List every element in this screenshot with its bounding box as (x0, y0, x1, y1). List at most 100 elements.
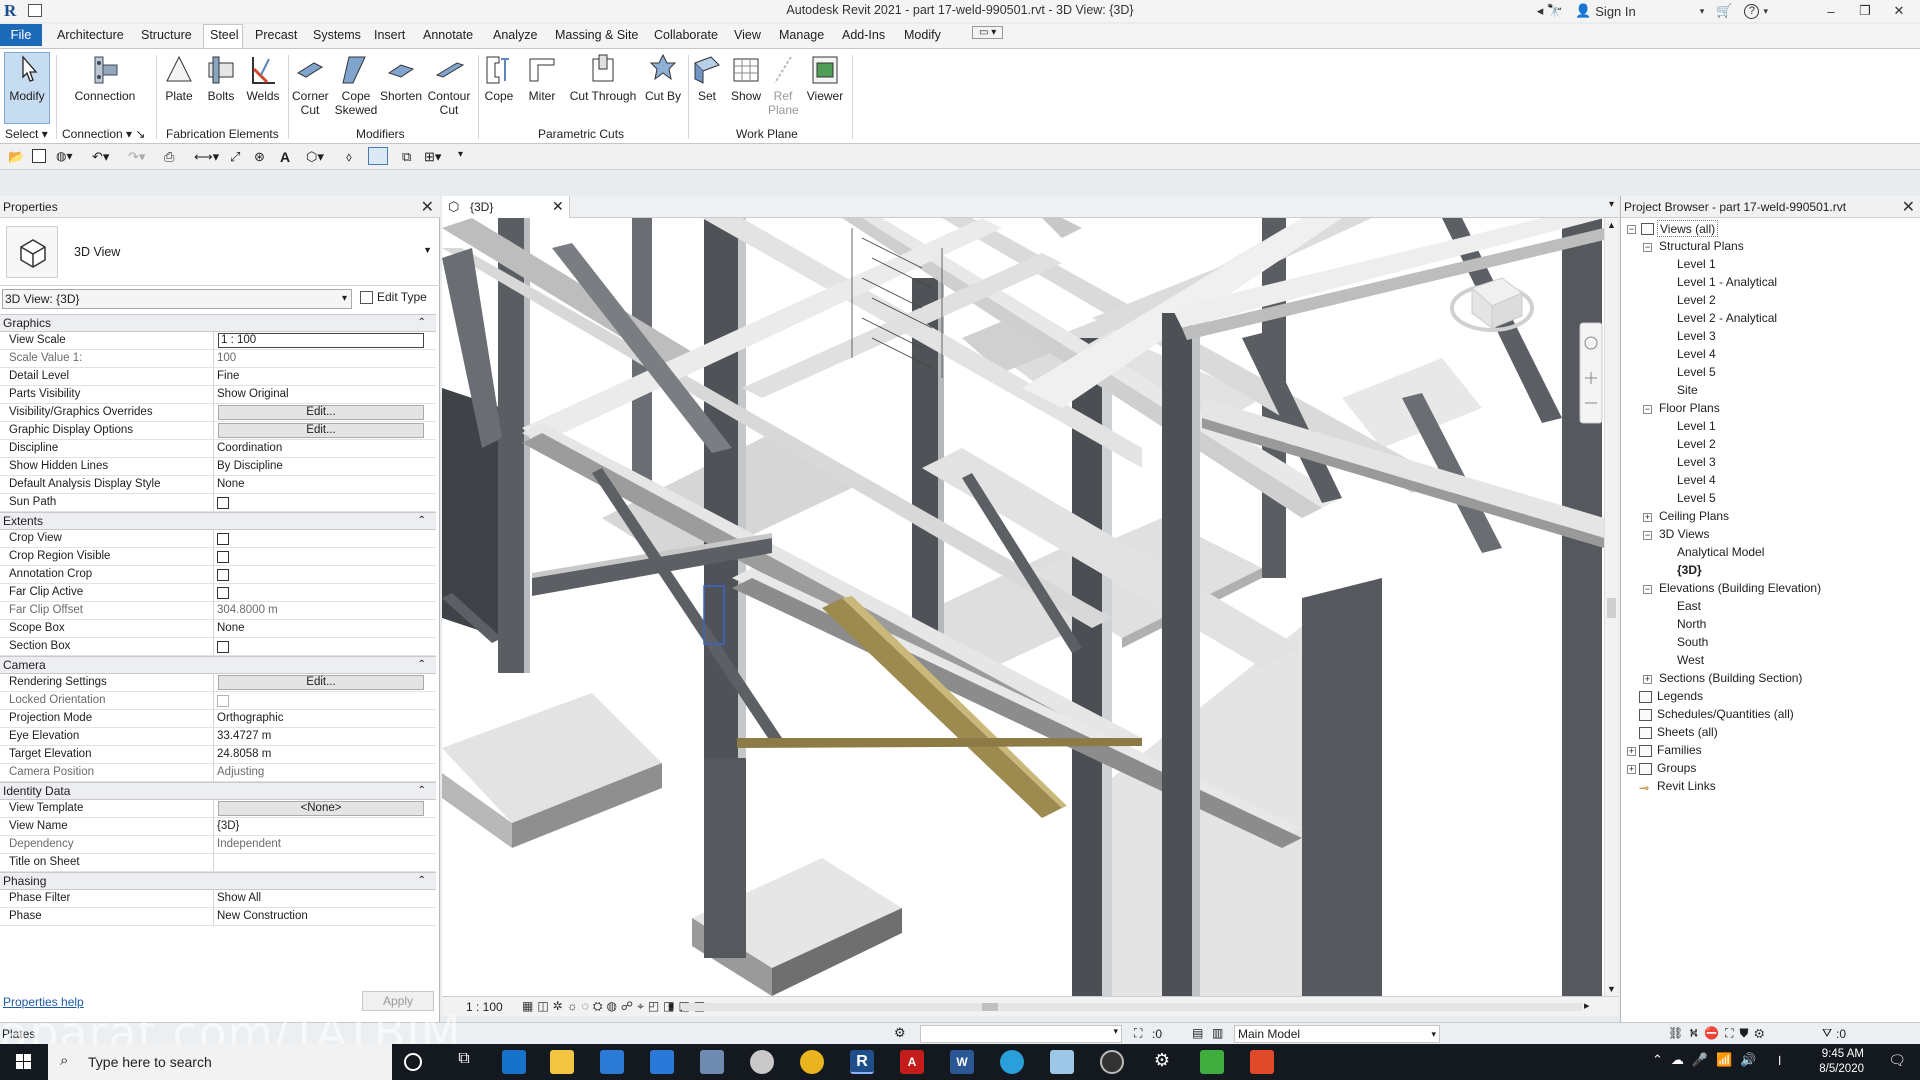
tab-massing-site[interactable]: Massing & Site (551, 28, 642, 42)
save-icon[interactable] (32, 149, 46, 163)
set-button[interactable]: Set (690, 53, 724, 103)
instance-filter-dropdown[interactable]: 3D View: {3D} ▾ (2, 289, 352, 309)
tree-item[interactable]: Site (1677, 382, 1698, 399)
media-player-icon[interactable] (1100, 1050, 1124, 1074)
group-identity[interactable]: Identity Data ⌃ (0, 782, 436, 800)
close-icon[interactable]: ✕ (1902, 197, 1915, 217)
paint-icon[interactable] (750, 1050, 774, 1074)
graphic-display-edit-button[interactable]: Edit... (218, 423, 424, 438)
scroll-up-icon[interactable]: ▲ (1607, 220, 1616, 230)
tree-views-all[interactable]: Views (all) (1657, 220, 1719, 237)
properties-help-link[interactable]: Properties help (3, 995, 84, 1009)
exclude-options-icon[interactable]: ▥ (1212, 1026, 1223, 1040)
taskbar-search[interactable]: ⌕ Type here to search (48, 1044, 392, 1080)
cut-through-button[interactable]: Cut Through (568, 53, 638, 103)
calculator-icon[interactable] (700, 1050, 724, 1074)
scroll-thumb[interactable] (1607, 598, 1616, 618)
tab-view[interactable]: View (730, 28, 765, 42)
scroll-down-icon[interactable]: ▼ (1607, 984, 1616, 994)
group-graphics[interactable]: Graphics ⌃ (0, 314, 436, 332)
tree-item[interactable]: Level 1 (1677, 418, 1716, 435)
crop-region-checkbox[interactable] (217, 551, 229, 563)
prop-phase[interactable]: Phase New Construction (0, 908, 436, 926)
select-panel-label[interactable]: Select ▾ (5, 127, 48, 141)
tree-item[interactable]: Level 4 (1677, 346, 1716, 363)
open-icon[interactable]: 📂 (8, 149, 24, 164)
collapse-icon[interactable]: − (1643, 243, 1652, 252)
tree-item[interactable]: Level 5 (1677, 490, 1716, 507)
view-scale-button[interactable]: 1 : 100 (466, 1000, 503, 1014)
prop-graphic-display[interactable]: Graphic Display Options Edit... (0, 422, 436, 440)
telegram-icon[interactable] (1000, 1050, 1024, 1074)
tree-item[interactable]: East (1677, 598, 1701, 615)
expand-icon[interactable]: + (1643, 675, 1652, 684)
editable-only-icon[interactable]: ⛶ (1134, 1026, 1142, 1041)
expand-icon[interactable]: + (1643, 513, 1652, 522)
expand-icon[interactable]: + (1627, 765, 1636, 774)
prop-title-on-sheet[interactable]: Title on Sheet (0, 854, 436, 872)
print-icon[interactable]: ⎙ (164, 149, 178, 164)
horizontal-scrollbar[interactable] (682, 1003, 1582, 1011)
undo-icon[interactable]: ↶▾ (92, 149, 109, 164)
cortana-icon[interactable] (404, 1053, 422, 1071)
prop-analysis-style[interactable]: Default Analysis Display Style None (0, 476, 436, 494)
recorder-icon[interactable] (1250, 1050, 1274, 1074)
tree-legends[interactable]: Legends (1657, 688, 1703, 705)
tree-elevations[interactable]: Elevations (Building Elevation) (1659, 580, 1821, 597)
search-help-icon[interactable]: ◂ 🔭 (1537, 3, 1563, 19)
contextual-dropdown-icon[interactable]: ▭ ▾ (972, 26, 1004, 39)
tree-schedules[interactable]: Schedules/Quantities (all) (1657, 706, 1794, 723)
crop-view-checkbox[interactable] (217, 533, 229, 545)
redo-icon[interactable]: ↷▾ (128, 149, 145, 164)
prop-sun-path[interactable]: Sun Path (0, 494, 436, 512)
help-button[interactable]: ? ▾ (1744, 3, 1768, 19)
close-hidden-windows-icon[interactable]: ⧉ (402, 149, 416, 164)
annotation-crop-checkbox[interactable] (217, 569, 229, 581)
prop-far-clip-active[interactable]: Far Clip Active (0, 584, 436, 602)
tab-precast[interactable]: Precast (251, 28, 301, 42)
tree-item[interactable]: Level 3 (1677, 454, 1716, 471)
scroll-right-icon[interactable]: ▸ (1584, 999, 1590, 1012)
autocad-icon[interactable]: A (900, 1050, 924, 1074)
tree-structural-plans[interactable]: Structural Plans (1659, 238, 1744, 255)
file-explorer-icon[interactable] (550, 1050, 574, 1074)
text-icon[interactable]: A (280, 149, 294, 165)
prop-view-scale[interactable]: View Scale 1 : 100 (0, 332, 436, 350)
thin-lines-icon[interactable] (368, 147, 388, 165)
prop-crop-view[interactable]: Crop View (0, 530, 436, 548)
bolts-button[interactable]: Bolts (204, 53, 238, 103)
store-icon[interactable] (600, 1050, 624, 1074)
prop-hidden-lines[interactable]: Show Hidden Lines By Discipline (0, 458, 436, 476)
task-view-icon[interactable]: ⧉ (452, 1050, 476, 1074)
tab-collaborate[interactable]: Collaborate (650, 28, 722, 42)
tab-architecture[interactable]: Architecture (53, 28, 128, 42)
group-phasing[interactable]: Phasing ⌃ (0, 872, 436, 890)
collapse-icon[interactable]: − (1643, 405, 1652, 414)
type-selector[interactable]: 3D View ▼ (0, 218, 440, 286)
edit-type-button[interactable]: Edit Type (360, 290, 427, 304)
prop-rendering[interactable]: Rendering Settings Edit... (0, 674, 436, 692)
clock[interactable]: 9:45 AM 8/5/2020 (1819, 1047, 1864, 1077)
3d-viewport[interactable] (442, 218, 1604, 996)
show-button[interactable]: Show (728, 53, 764, 103)
tab-insert[interactable]: Insert (370, 28, 409, 42)
group-extents[interactable]: Extents ⌃ (0, 512, 436, 530)
tree-item[interactable]: Level 2 (1677, 436, 1716, 453)
restore-icon[interactable]: ❐ (1854, 3, 1876, 19)
tree-item-active[interactable]: {3D} (1677, 562, 1702, 579)
prop-target-elevation[interactable]: Target Elevation 24.8058 m (0, 746, 436, 764)
cope-skewed-button[interactable]: Cope Skewed (334, 53, 377, 117)
far-clip-checkbox[interactable] (217, 587, 229, 599)
prop-scope-box[interactable]: Scope Box None (0, 620, 436, 638)
prop-phase-filter[interactable]: Phase Filter Show All (0, 890, 436, 908)
expand-icon[interactable]: + (1627, 747, 1636, 756)
corner-cut-button[interactable]: Corner Cut (290, 53, 330, 117)
prop-section-box[interactable]: Section Box (0, 638, 436, 656)
switch-windows-icon[interactable]: ⊞▾ (424, 149, 441, 164)
miter-button[interactable]: Miter (524, 53, 560, 103)
section-box-checkbox[interactable] (217, 641, 229, 653)
close-icon[interactable]: ✕ (421, 197, 434, 217)
tree-item[interactable]: Level 2 - Analytical (1677, 310, 1777, 327)
prop-view-name[interactable]: View Name {3D} (0, 818, 436, 836)
sun-path-checkbox[interactable] (217, 497, 229, 509)
